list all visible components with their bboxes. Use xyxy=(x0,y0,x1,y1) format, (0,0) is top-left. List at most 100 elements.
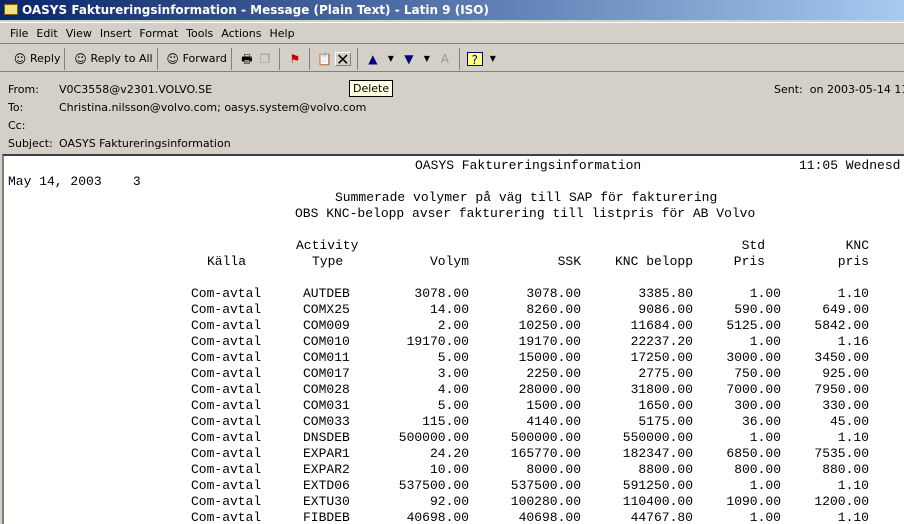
menu-help[interactable]: Help xyxy=(269,27,294,40)
cell-volym: 500000.00 xyxy=(398,430,469,445)
menu-tools[interactable]: Tools xyxy=(186,27,213,40)
message-header: From: V0C3558@v2301.VOLVO.SE To: Christina… xyxy=(0,74,904,154)
cell-ssk: 537500.00 xyxy=(510,478,581,493)
cell-ssk: 2250.00 xyxy=(526,366,581,381)
cell-knc-pris: 330.00 xyxy=(822,398,869,413)
cell-volym: 5.00 xyxy=(437,398,469,413)
cell-volym: 3078.00 xyxy=(414,286,469,301)
delete-button[interactable]: ✕ xyxy=(334,51,351,67)
window-title: OASYS Faktureringsinformation - Message … xyxy=(22,3,489,17)
more-dropdown-icon[interactable]: ▼ xyxy=(485,52,501,66)
cell-kalla: Com-avtal xyxy=(191,318,262,333)
cell-volym: 92.00 xyxy=(429,494,469,509)
cell-ssk: 10250.00 xyxy=(518,318,581,333)
col-std: Std xyxy=(741,238,765,253)
subject-value: OASYS Faktureringsinformation xyxy=(59,137,231,150)
print-icon[interactable]: 🖶 xyxy=(239,52,255,66)
menu-file[interactable]: File xyxy=(10,27,28,40)
help-icon: ? xyxy=(466,51,483,67)
to-value[interactable]: Christina.nilsson@volvo.com; oasys.syste… xyxy=(59,101,366,114)
cell-type: AUTDEB xyxy=(303,286,350,301)
font-size-icon[interactable]: A xyxy=(437,52,453,66)
cell-knc-belopp: 22237.20 xyxy=(630,334,693,349)
menu-edit[interactable]: Edit xyxy=(36,27,57,40)
move-delete-group: 📋 ✕ xyxy=(313,47,358,70)
cell-volym: 4.00 xyxy=(437,382,469,397)
cell-type: COM028 xyxy=(303,382,350,397)
col-activity: Activity xyxy=(296,238,359,253)
report-line1: Summerade volymer på väg till SAP för fa… xyxy=(335,190,718,205)
col-type: Type xyxy=(312,254,344,269)
cell-knc-pris: 3450.00 xyxy=(814,350,869,365)
cell-knc-pris: 5842.00 xyxy=(814,318,869,333)
menu-insert[interactable]: Insert xyxy=(100,27,132,40)
delete-tooltip: Delete xyxy=(349,80,394,97)
cell-knc-belopp: 9086.00 xyxy=(638,302,693,317)
previous-item-icon[interactable]: ▲ xyxy=(365,52,381,66)
cell-type: EXTU30 xyxy=(303,494,350,509)
cc-label: Cc: xyxy=(8,119,26,132)
move-to-folder-icon[interactable]: 📋 xyxy=(317,52,333,66)
cell-knc-belopp: 17250.00 xyxy=(630,350,693,365)
reply-all-button[interactable]: ☺ Reply to All xyxy=(68,47,158,70)
reply-button[interactable]: ☺ Reply xyxy=(8,47,66,70)
cell-std-pris: 1090.00 xyxy=(726,494,781,509)
cell-ssk: 15000.00 xyxy=(518,350,581,365)
cell-kalla: Com-avtal xyxy=(191,446,262,461)
cell-ssk: 100280.00 xyxy=(510,494,581,509)
subject-label: Subject: xyxy=(8,137,53,150)
cell-std-pris: 300.00 xyxy=(734,398,781,413)
col-volym: Volym xyxy=(429,254,469,269)
cell-type: COM017 xyxy=(303,366,350,381)
forward-button[interactable]: ☺ Forward xyxy=(161,47,232,70)
title-bar: OASYS Faktureringsinformation - Message … xyxy=(0,0,904,20)
report-time: 11:05 Wednesd xyxy=(799,158,901,173)
next-dropdown-icon[interactable]: ▼ xyxy=(419,52,435,66)
cell-ssk: 1500.00 xyxy=(526,398,581,413)
cell-std-pris: 1.00 xyxy=(749,478,781,493)
cell-std-pris: 1.00 xyxy=(749,334,781,349)
cell-knc-belopp: 31800.00 xyxy=(630,382,693,397)
cell-knc-pris: 1.16 xyxy=(837,334,869,349)
menu-actions[interactable]: Actions xyxy=(221,27,261,40)
cell-kalla: Com-avtal xyxy=(191,366,262,381)
cell-knc-pris: 880.00 xyxy=(822,462,869,477)
menu-format[interactable]: Format xyxy=(139,27,178,40)
cell-volym: 3.00 xyxy=(437,366,469,381)
cell-knc-pris: 1.10 xyxy=(837,430,869,445)
cell-type: DNSDEB xyxy=(303,430,350,445)
cell-kalla: Com-avtal xyxy=(191,286,262,301)
cell-std-pris: 3000.00 xyxy=(726,350,781,365)
next-item-icon[interactable]: ▼ xyxy=(401,52,417,66)
cell-std-pris: 6850.00 xyxy=(726,446,781,461)
copy-icon[interactable]: ❐ xyxy=(257,52,273,66)
previous-dropdown-icon[interactable]: ▼ xyxy=(383,52,399,66)
cell-type: EXTD06 xyxy=(303,478,350,493)
cell-knc-pris: 1.10 xyxy=(837,510,869,524)
message-body[interactable]: OASYS Faktureringsinformation 11:05 Wedn… xyxy=(2,154,904,524)
report-line2: OBS KNC-belopp avser fakturering till li… xyxy=(295,206,756,221)
from-value[interactable]: V0C3558@v2301.VOLVO.SE xyxy=(59,83,212,96)
cell-type: COM011 xyxy=(303,350,350,365)
cell-knc-belopp: 44767.80 xyxy=(630,510,693,524)
cell-ssk: 8260.00 xyxy=(526,302,581,317)
cell-type: COM009 xyxy=(303,318,350,333)
cell-std-pris: 5125.00 xyxy=(726,318,781,333)
cell-kalla: Com-avtal xyxy=(191,494,262,509)
print-copy-group: 🖶 ❐ xyxy=(235,47,280,70)
menu-view[interactable]: View xyxy=(66,27,92,40)
reply-icon: ☺ xyxy=(13,51,27,66)
help-button[interactable]: ? ▼ xyxy=(463,48,507,70)
cell-std-pris: 1.00 xyxy=(749,510,781,524)
col-knc-pris: pris xyxy=(837,254,869,269)
cell-type: FIBDEB xyxy=(303,510,350,524)
cell-knc-belopp: 550000.00 xyxy=(622,430,693,445)
cell-std-pris: 800.00 xyxy=(734,462,781,477)
flag-button[interactable]: ⚑ xyxy=(283,47,310,70)
cell-ssk: 500000.00 xyxy=(510,430,581,445)
col-std-pris: Pris xyxy=(733,254,765,269)
cell-kalla: Com-avtal xyxy=(191,398,262,413)
menu-bar: File Edit View Insert Format Tools Actions Help xyxy=(0,22,904,44)
cell-std-pris: 750.00 xyxy=(734,366,781,381)
cell-knc-pris: 1.10 xyxy=(837,478,869,493)
